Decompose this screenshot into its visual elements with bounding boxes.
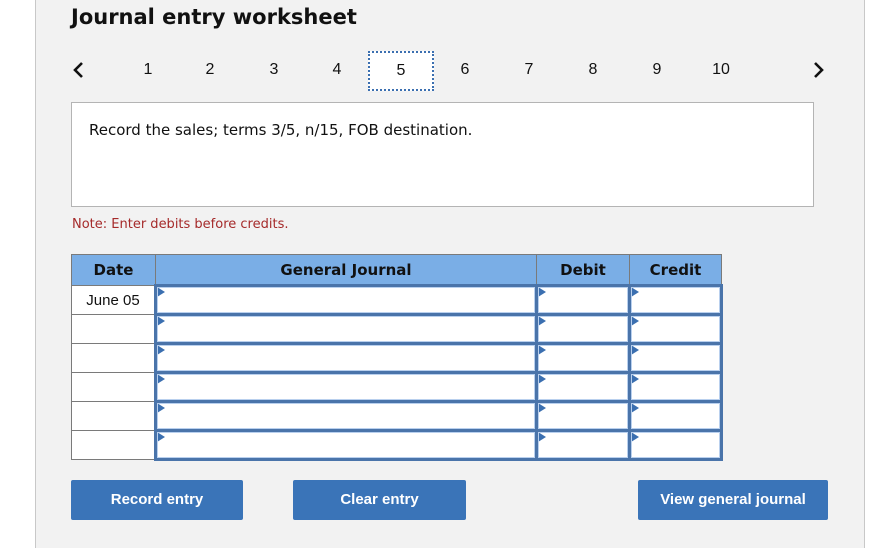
page-1[interactable]: 1 <box>136 50 160 90</box>
account-input[interactable] <box>154 313 538 345</box>
question-text: Record the sales; terms 3/5, n/15, FOB d… <box>89 121 473 139</box>
header-general-journal: General Journal <box>155 254 537 286</box>
view-general-journal-button[interactable]: View general journal <box>638 480 828 520</box>
table-row <box>71 371 723 403</box>
credit-input-field[interactable] <box>631 345 720 371</box>
credit-input[interactable] <box>628 400 723 432</box>
page-title: Journal entry worksheet <box>71 5 357 29</box>
credit-input[interactable] <box>628 429 723 461</box>
account-input-field[interactable] <box>157 345 535 371</box>
account-input-field[interactable] <box>157 403 535 429</box>
clear-entry-button[interactable]: Clear entry <box>293 480 466 520</box>
page-3[interactable]: 3 <box>262 50 286 90</box>
prev-page-button[interactable] <box>68 50 88 90</box>
account-input[interactable] <box>154 284 538 316</box>
table-header-row: Date General Journal Debit Credit <box>71 254 722 286</box>
account-input[interactable] <box>154 342 538 374</box>
credit-input-field[interactable] <box>631 316 720 342</box>
date-cell: June 05 <box>71 285 156 315</box>
account-input[interactable] <box>154 371 538 403</box>
header-date: Date <box>71 254 156 286</box>
table-row <box>71 342 723 374</box>
table-row: June 05 <box>71 284 723 316</box>
table-row <box>71 313 723 345</box>
page-7[interactable]: 7 <box>517 50 541 90</box>
debit-input[interactable] <box>535 342 631 374</box>
account-input-field[interactable] <box>157 316 535 342</box>
credit-input[interactable] <box>628 371 723 403</box>
credit-input-field[interactable] <box>631 432 720 458</box>
account-input[interactable] <box>154 400 538 432</box>
debit-input[interactable] <box>535 371 631 403</box>
header-debit: Debit <box>536 254 630 286</box>
record-entry-button[interactable]: Record entry <box>71 480 243 520</box>
date-cell <box>71 401 156 431</box>
page-5-active[interactable]: 5 <box>368 51 434 91</box>
debit-input[interactable] <box>535 313 631 345</box>
debit-input-field[interactable] <box>538 316 628 342</box>
note-text: Note: Enter debits before credits. <box>72 217 289 232</box>
credit-input-field[interactable] <box>631 374 720 400</box>
page-10[interactable]: 10 <box>706 50 736 90</box>
account-input[interactable] <box>154 429 538 461</box>
debit-input-field[interactable] <box>538 374 628 400</box>
chevron-right-icon <box>814 62 824 78</box>
debit-input-field[interactable] <box>538 345 628 371</box>
date-cell <box>71 372 156 402</box>
next-page-button[interactable] <box>809 50 829 90</box>
account-input-field[interactable] <box>157 432 535 458</box>
header-credit: Credit <box>629 254 722 286</box>
table-row <box>71 400 723 432</box>
page-8[interactable]: 8 <box>581 50 605 90</box>
debit-input[interactable] <box>535 400 631 432</box>
question-box: Record the sales; terms 3/5, n/15, FOB d… <box>71 102 814 207</box>
debit-input[interactable] <box>535 429 631 461</box>
date-cell <box>71 343 156 373</box>
debit-input[interactable] <box>535 284 631 316</box>
credit-input[interactable] <box>628 284 723 316</box>
debit-input-field[interactable] <box>538 287 628 313</box>
table-row <box>71 429 723 461</box>
date-cell <box>71 314 156 344</box>
account-input-field[interactable] <box>157 374 535 400</box>
page-6[interactable]: 6 <box>453 50 477 90</box>
page-2[interactable]: 2 <box>198 50 222 90</box>
chevron-left-icon <box>73 62 83 78</box>
worksheet-panel: Journal entry worksheet 1 2 3 4 5 6 7 8 … <box>35 0 865 548</box>
credit-input-field[interactable] <box>631 403 720 429</box>
account-input-field[interactable] <box>157 287 535 313</box>
journal-table: Date General Journal Debit Credit June 0… <box>71 254 723 461</box>
debit-input-field[interactable] <box>538 403 628 429</box>
credit-input[interactable] <box>628 313 723 345</box>
credit-input[interactable] <box>628 342 723 374</box>
page-4[interactable]: 4 <box>325 50 349 90</box>
page-9[interactable]: 9 <box>645 50 669 90</box>
debit-input-field[interactable] <box>538 432 628 458</box>
credit-input-field[interactable] <box>631 287 720 313</box>
pagination: 1 2 3 4 5 6 7 8 9 10 <box>36 50 864 92</box>
date-cell <box>71 430 156 460</box>
